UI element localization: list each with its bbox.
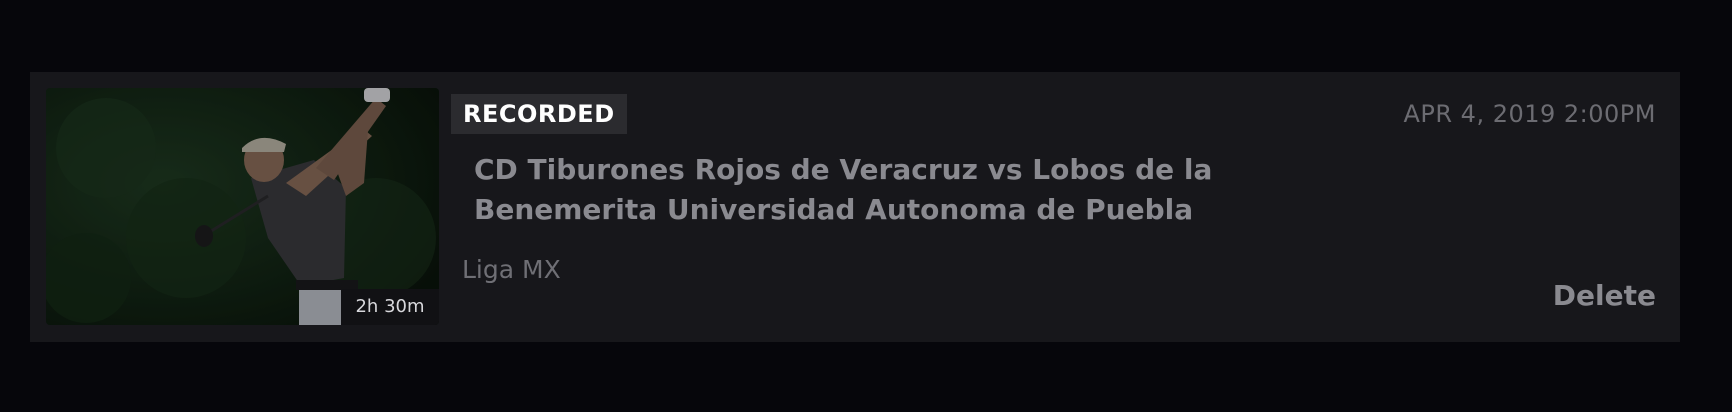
league-label: Liga MX bbox=[462, 255, 561, 284]
delete-button[interactable]: Delete bbox=[1553, 278, 1656, 314]
recorded-badge: RECORDED bbox=[451, 94, 627, 134]
duration-label: 2h 30m bbox=[341, 289, 439, 325]
recording-title[interactable]: CD Tiburones Rojos de Veracruz vs Lobos … bbox=[474, 150, 1234, 230]
recording-datetime: APR 4, 2019 2:00PM bbox=[1403, 100, 1656, 128]
recording-card[interactable]: 2h 30m RECORDED APR 4, 2019 2:00PM CD Ti… bbox=[30, 72, 1680, 342]
recording-thumbnail[interactable]: 2h 30m bbox=[46, 88, 439, 325]
